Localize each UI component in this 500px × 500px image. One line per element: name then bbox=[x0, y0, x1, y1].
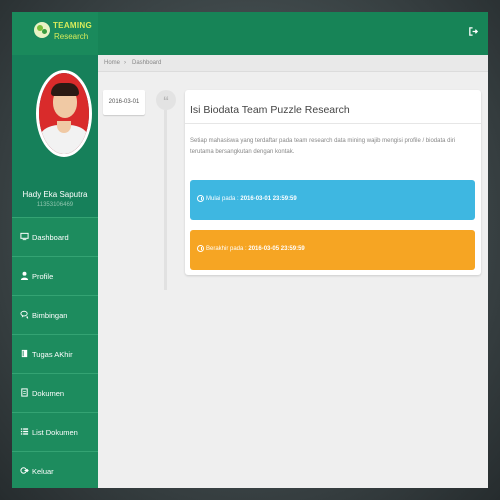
sidebar-item-label: Keluar bbox=[32, 467, 54, 476]
start-date-label: Mulai pada : bbox=[206, 196, 239, 202]
sidebar-item-keluar[interactable]: Keluar bbox=[12, 451, 98, 488]
sidebar-item-bimbingan[interactable]: Bimbingan bbox=[12, 295, 98, 334]
card-divider bbox=[185, 123, 481, 124]
sidebar-item-label: Dashboard bbox=[32, 233, 69, 242]
end-date-alert: Berakhir pada : 2016-03-05 23:59:59 bbox=[190, 230, 475, 270]
document-icon bbox=[19, 388, 29, 398]
sidebar-item-label: List Dokumen bbox=[32, 428, 78, 437]
timeline-date: 2016-03-01 bbox=[103, 90, 145, 115]
quote-icon: “ bbox=[156, 90, 176, 110]
logo-mark-icon bbox=[34, 22, 50, 38]
sign-out-glyph bbox=[468, 27, 478, 36]
sidebar-item-dashboard[interactable]: Dashboard bbox=[12, 217, 98, 256]
sidebar-item-label: Dokumen bbox=[32, 389, 65, 398]
breadcrumb: Home › Dashboard bbox=[98, 55, 488, 72]
sidebar: Hady Eka Saputra 11353106469 Dashboard P… bbox=[12, 55, 98, 488]
logo[interactable]: TEAMING Research bbox=[12, 12, 98, 55]
app-window: TEAMING Research Hady Eka Saputra 113531… bbox=[12, 12, 488, 488]
start-date-alert: Mulai pada : 2016-03-01 23:59:59 bbox=[190, 180, 475, 220]
sidebar-item-label: Bimbingan bbox=[32, 311, 68, 320]
clock-icon bbox=[197, 195, 204, 202]
user-id: 11353106469 bbox=[36, 202, 74, 208]
sidebar-item-label: Tugas AKhir bbox=[32, 350, 73, 359]
top-header: TEAMING Research bbox=[12, 12, 488, 55]
sign-out-icon bbox=[19, 466, 29, 476]
list-icon bbox=[19, 427, 29, 437]
desktop-icon bbox=[19, 232, 29, 242]
logo-subtitle: Research bbox=[54, 32, 89, 41]
user-profile-panel: Hady Eka Saputra 11353106469 bbox=[12, 55, 98, 217]
user-icon bbox=[19, 271, 29, 281]
sidebar-item-profile[interactable]: Profile bbox=[12, 256, 98, 295]
clock-icon bbox=[197, 245, 204, 252]
task-card: Isi Biodata Team Puzzle Research Setiap … bbox=[185, 90, 481, 275]
comments-icon bbox=[19, 310, 29, 320]
breadcrumb-separator: › bbox=[124, 60, 126, 66]
book-icon bbox=[19, 349, 29, 359]
card-description: Setiap mahasiswa yang terdaftar pada tea… bbox=[190, 138, 456, 155]
end-date-label: Berakhir pada : bbox=[206, 246, 247, 252]
sidebar-item-label: Profile bbox=[32, 272, 54, 281]
sidebar-item-list-dokumen[interactable]: List Dokumen bbox=[12, 412, 98, 451]
breadcrumb-home[interactable]: Home bbox=[104, 60, 120, 66]
sidebar-item-tugas-akhir[interactable]: Tugas AKhir bbox=[12, 334, 98, 373]
sidebar-item-dokumen[interactable]: Dokumen bbox=[12, 373, 98, 412]
timeline-line bbox=[164, 110, 167, 290]
logo-title: TEAMING bbox=[53, 21, 92, 30]
end-date-text: Berakhir pada : 2016-03-05 23:59:59 bbox=[206, 246, 305, 252]
sign-out-icon[interactable] bbox=[467, 26, 479, 38]
start-date-value: 2016-03-01 23:59:59 bbox=[240, 196, 297, 202]
start-date-text: Mulai pada : 2016-03-01 23:59:59 bbox=[206, 196, 297, 202]
card-title: Isi Biodata Team Puzzle Research bbox=[190, 104, 350, 116]
breadcrumb-current: Dashboard bbox=[132, 60, 162, 66]
avatar[interactable] bbox=[36, 70, 92, 157]
end-date-value: 2016-03-05 23:59:59 bbox=[248, 246, 305, 252]
user-name: Hady Eka Saputra bbox=[22, 190, 88, 199]
sidebar-menu: Dashboard Profile Bimbingan Tugas AKhir bbox=[12, 217, 98, 488]
